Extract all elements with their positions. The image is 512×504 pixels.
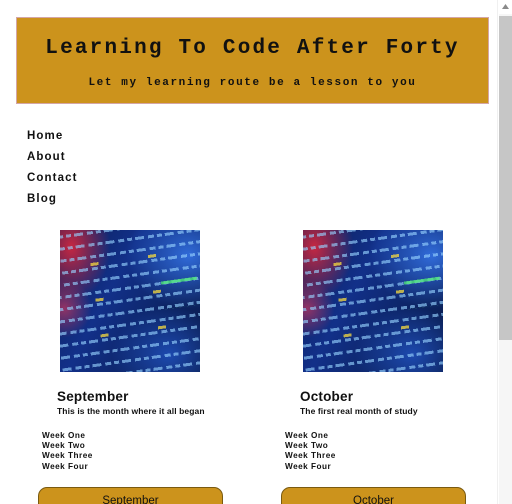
list-item[interactable]: Week Three bbox=[42, 451, 281, 461]
scrollbar-thumb[interactable] bbox=[499, 16, 512, 340]
page-content: Learning To Code After Forty Let my lear… bbox=[0, 0, 497, 504]
code-screenshot-icon bbox=[60, 230, 200, 372]
site-tagline: Let my learning route be a lesson to you bbox=[88, 77, 417, 89]
code-highlight-accent bbox=[159, 267, 200, 310]
week-list-september: Week One Week Two Week Three Week Four bbox=[42, 431, 281, 472]
card-subtitle-september: This is the month where it all began bbox=[57, 406, 205, 416]
card-image-september bbox=[57, 227, 203, 375]
code-highlight-accent bbox=[402, 267, 443, 310]
month-card-grid: September This is the month where it all… bbox=[0, 227, 497, 504]
nav-item-about[interactable]: About bbox=[27, 147, 227, 168]
list-item[interactable]: Week One bbox=[285, 431, 497, 441]
month-card-september: September This is the month where it all… bbox=[38, 227, 281, 504]
september-button[interactable]: September bbox=[38, 486, 223, 504]
list-item[interactable]: Week Two bbox=[285, 441, 497, 451]
list-item[interactable]: Week Four bbox=[42, 462, 281, 472]
list-item[interactable]: Week One bbox=[42, 431, 281, 441]
nav-item-home[interactable]: Home bbox=[27, 126, 227, 147]
code-screenshot-icon bbox=[303, 230, 443, 372]
card-title-september: September bbox=[57, 389, 129, 404]
scroll-up-arrow-icon[interactable] bbox=[498, 0, 512, 14]
card-subtitle-october: The first real month of study bbox=[300, 406, 418, 416]
october-button[interactable]: October bbox=[281, 486, 466, 504]
vertical-scrollbar[interactable] bbox=[497, 0, 512, 504]
month-card-october: October The first real month of study We… bbox=[281, 227, 497, 504]
list-item[interactable]: Week Three bbox=[285, 451, 497, 461]
card-title-october: October bbox=[300, 389, 354, 404]
week-list-october: Week One Week Two Week Three Week Four bbox=[285, 431, 497, 472]
list-item[interactable]: Week Two bbox=[42, 441, 281, 451]
nav-item-blog[interactable]: Blog bbox=[27, 189, 227, 210]
nav-item-contact[interactable]: Contact bbox=[27, 168, 227, 189]
site-header-banner: Learning To Code After Forty Let my lear… bbox=[16, 17, 489, 104]
main-navigation: Home About Contact Blog bbox=[27, 126, 227, 210]
card-image-october bbox=[300, 227, 446, 375]
list-item[interactable]: Week Four bbox=[285, 462, 497, 472]
site-title: Learning To Code After Forty bbox=[45, 37, 460, 60]
